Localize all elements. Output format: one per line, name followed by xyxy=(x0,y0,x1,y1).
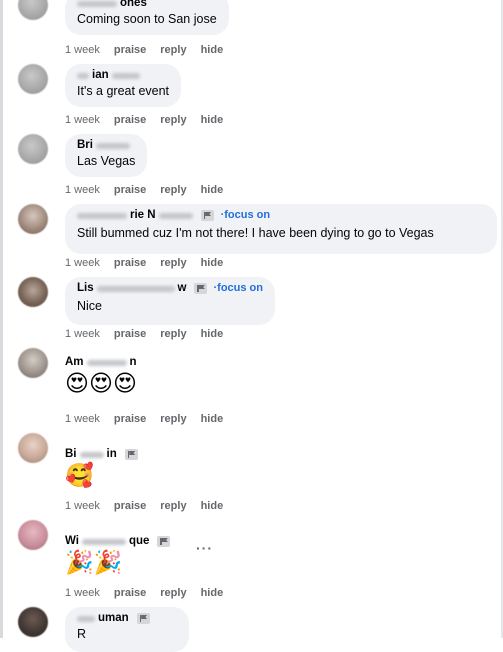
focus-on-link[interactable]: ·focus on xyxy=(214,282,264,295)
avatar[interactable] xyxy=(18,433,48,463)
blurred-name-part xyxy=(77,72,89,79)
timestamp[interactable]: 1 week xyxy=(65,500,100,512)
avatar[interactable] xyxy=(18,348,48,378)
blurred-name-part xyxy=(77,0,117,7)
comment-bubble: uman R xyxy=(65,607,189,652)
praise-button[interactable]: praise xyxy=(114,257,146,269)
reply-button[interactable]: reply xyxy=(160,413,186,425)
comment-text: Still bummed cuz I'm not there! I have b… xyxy=(77,226,434,240)
comment-bubble: Bi in 🥰 xyxy=(65,433,150,493)
comment-bubble: ian It's a great event xyxy=(65,64,182,107)
comment-actions: 1 week praise reply hide xyxy=(65,44,223,56)
commenter-name[interactable]: ian xyxy=(77,69,169,82)
hide-button[interactable]: hide xyxy=(201,587,224,599)
blurred-name-part xyxy=(86,359,127,366)
comment-actions: 1 week praise reply hide xyxy=(65,257,223,269)
comment-actions: 1 week praise reply hide xyxy=(65,500,223,512)
blurred-name-part xyxy=(81,538,126,545)
commenter-name[interactable]: Am n xyxy=(65,356,137,369)
avatar[interactable] xyxy=(18,204,48,234)
commenter-name[interactable]: Lis w ·focus on xyxy=(77,282,263,295)
timestamp[interactable]: 1 week xyxy=(65,114,100,126)
reply-button[interactable]: reply xyxy=(160,184,186,196)
focus-on-link[interactable]: ·focus on xyxy=(221,209,271,222)
comment-actions: 1 week praise reply hide xyxy=(65,184,223,196)
avatar[interactable] xyxy=(18,64,48,94)
emoji-comment: 🥰 xyxy=(65,463,94,489)
timestamp[interactable]: 1 week xyxy=(65,257,100,269)
hide-button[interactable]: hide xyxy=(201,257,224,269)
comment-bubble: Bri Las Vegas xyxy=(65,134,148,177)
praise-button[interactable]: praise xyxy=(114,114,146,126)
hide-button[interactable]: hide xyxy=(201,114,224,126)
reply-button[interactable]: reply xyxy=(160,328,186,340)
comment-actions: 1 week praise reply hide xyxy=(65,587,223,599)
blurred-name-part xyxy=(95,142,130,149)
blurred-name-part xyxy=(158,212,193,219)
comment-text: Coming soon to San jose xyxy=(77,12,217,26)
reply-button[interactable]: reply xyxy=(160,587,186,599)
flag-icon[interactable] xyxy=(194,283,207,294)
praise-button[interactable]: praise xyxy=(114,44,146,56)
comment-actions: 1 week praise reply hide xyxy=(65,328,223,340)
commenter-name[interactable]: uman xyxy=(77,612,177,625)
comment-actions: 1 week praise reply hide xyxy=(65,114,223,126)
praise-button[interactable]: praise xyxy=(114,500,146,512)
comment-bubble: Wi que 🎉🎉 xyxy=(65,520,182,580)
timestamp[interactable]: 1 week xyxy=(65,587,100,599)
comment-bubble: Lis w ·focus on Nice xyxy=(65,277,275,325)
flag-icon[interactable] xyxy=(124,449,138,460)
reply-button[interactable]: reply xyxy=(160,257,186,269)
left-frame-edge xyxy=(0,0,3,638)
commenter-name[interactable]: rie N ·focus on xyxy=(77,209,485,222)
commenter-name[interactable]: Bi in xyxy=(65,448,138,461)
avatar[interactable] xyxy=(18,0,48,20)
blurred-name-part xyxy=(96,285,175,292)
blurred-name-part xyxy=(79,451,104,458)
comment-bubble: Am n 😍😍😍 xyxy=(65,348,149,408)
blurred-name-part xyxy=(111,72,140,79)
flag-icon[interactable] xyxy=(200,210,214,221)
timestamp[interactable]: 1 week xyxy=(65,184,100,196)
hide-button[interactable]: hide xyxy=(201,500,224,512)
commenter-name[interactable]: Wi que xyxy=(65,535,171,548)
praise-button[interactable]: praise xyxy=(114,328,146,340)
emoji-comment: 🎉🎉 xyxy=(65,550,123,576)
timestamp[interactable]: 1 week xyxy=(65,328,100,340)
hide-button[interactable]: hide xyxy=(201,328,224,340)
comment-bubble: rie N ·focus on Still bummed cuz I'm not… xyxy=(65,204,497,254)
hide-button[interactable]: hide xyxy=(201,184,224,196)
reply-button[interactable]: reply xyxy=(160,44,186,56)
flag-icon[interactable] xyxy=(157,536,171,547)
comment-text: Las Vegas xyxy=(77,154,136,168)
hide-button[interactable]: hide xyxy=(201,413,224,425)
timestamp[interactable]: 1 week xyxy=(65,44,100,56)
blurred-name-part xyxy=(77,212,127,219)
avatar[interactable] xyxy=(18,520,48,550)
flag-icon[interactable] xyxy=(136,613,150,624)
praise-button[interactable]: praise xyxy=(114,413,146,425)
timestamp[interactable]: 1 week xyxy=(65,413,100,425)
hide-button[interactable]: hide xyxy=(201,44,224,56)
commenter-name[interactable]: Bri xyxy=(77,139,135,152)
comment-text: It's a great event xyxy=(77,84,170,98)
avatar[interactable] xyxy=(18,134,48,164)
comment-actions: 1 week praise reply hide xyxy=(65,413,223,425)
avatar[interactable] xyxy=(18,607,48,637)
reply-button[interactable]: reply xyxy=(160,500,186,512)
avatar[interactable] xyxy=(18,277,48,307)
more-options-icon[interactable]: ··· xyxy=(196,540,213,556)
blurred-name-part xyxy=(77,615,95,622)
emoji-comment: 😍😍😍 xyxy=(65,371,137,397)
commenter-name[interactable]: ones xyxy=(77,0,217,10)
praise-button[interactable]: praise xyxy=(114,587,146,599)
comment-text: Nice xyxy=(77,299,103,313)
reply-button[interactable]: reply xyxy=(160,114,186,126)
comment-bubble: ones Coming soon to San jose xyxy=(65,0,229,35)
praise-button[interactable]: praise xyxy=(114,184,146,196)
comment-text: R xyxy=(77,627,87,641)
